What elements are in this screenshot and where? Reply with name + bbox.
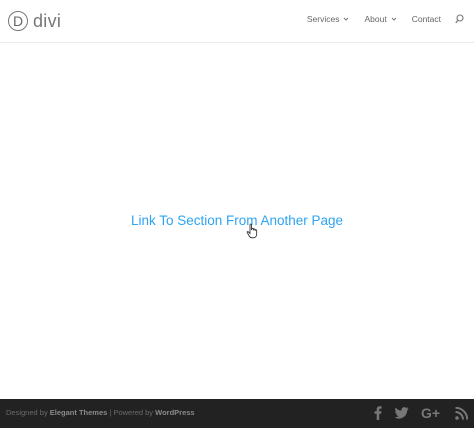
facebook-icon[interactable] bbox=[374, 405, 382, 421]
logo-mark: D bbox=[8, 11, 28, 31]
nav-item-label: About bbox=[364, 14, 387, 24]
designed-by-label: Designed by bbox=[6, 408, 48, 417]
search-icon[interactable] bbox=[455, 14, 464, 24]
nav-item-contact[interactable]: Contact bbox=[412, 14, 441, 24]
wordpress-link[interactable]: WordPress bbox=[155, 408, 194, 417]
powered-by-label: | Powered by bbox=[107, 408, 156, 417]
nav-item-services[interactable]: Services bbox=[307, 14, 350, 24]
nav-item-label: Contact bbox=[411, 14, 441, 24]
site-logo[interactable]: D divi bbox=[8, 9, 61, 33]
nav-item-label: Services bbox=[306, 14, 340, 24]
hand-cursor-icon bbox=[246, 223, 258, 239]
google-plus-icon[interactable]: G+ bbox=[421, 405, 443, 421]
footer-credits: Designed by Elegant Themes | Powered by … bbox=[6, 408, 195, 417]
logo-text: divi bbox=[33, 10, 62, 31]
svg-text:G+: G+ bbox=[421, 406, 440, 420]
twitter-icon[interactable] bbox=[394, 405, 409, 421]
social-icons: G+ bbox=[362, 405, 468, 421]
site-header: D divi Services About Contact bbox=[0, 0, 474, 42]
elegant-themes-link[interactable]: Elegant Themes bbox=[50, 408, 108, 417]
site-footer: Designed by Elegant Themes | Powered by … bbox=[0, 399, 474, 428]
nav-item-about[interactable]: About bbox=[364, 14, 397, 24]
chevron-down-icon bbox=[344, 17, 349, 21]
main-nav: Services About Contact bbox=[307, 14, 464, 24]
chevron-down-icon bbox=[391, 17, 397, 21]
section-link[interactable]: Link To Section From Another Page bbox=[0, 213, 474, 228]
rss-icon[interactable] bbox=[455, 405, 468, 421]
